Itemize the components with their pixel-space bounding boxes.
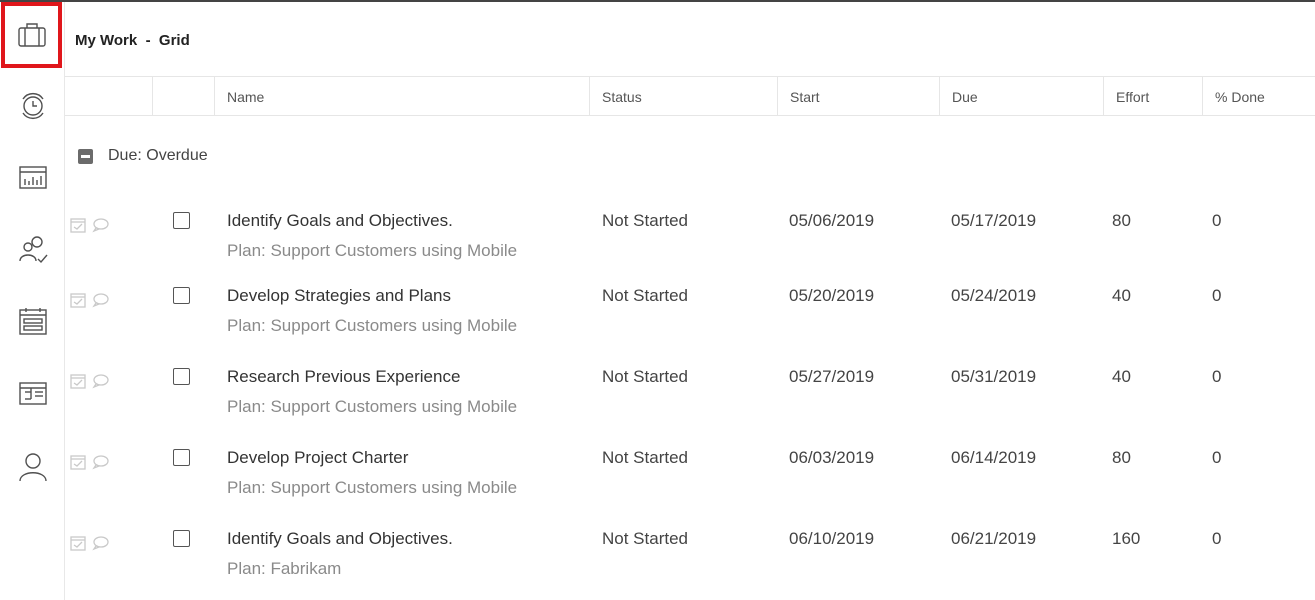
- table-row[interactable]: Identify Goals and Objectives. Plan: Fab…: [65, 516, 1315, 586]
- task-effort: 40: [1112, 286, 1131, 305]
- chart-icon: [18, 166, 47, 189]
- task-status: Not Started: [602, 448, 688, 467]
- nav-profile[interactable]: [0, 434, 65, 500]
- task-plan: Plan: Support Customers using Mobile: [227, 241, 518, 260]
- nav-my-time[interactable]: [0, 72, 65, 138]
- task-status: Not Started: [602, 367, 688, 386]
- task-start: 05/20/2019: [789, 286, 875, 305]
- column-header-effort[interactable]: Effort: [1103, 77, 1203, 116]
- task-name[interactable]: Research Previous Experience: [227, 367, 460, 387]
- calendar-check-icon: [70, 293, 86, 308]
- column-header-checkbox: [152, 77, 214, 116]
- nav-resources[interactable]: [0, 216, 65, 282]
- table-row[interactable]: Identify Goals and Objectives. Plan: Sup…: [65, 198, 1315, 268]
- task-name[interactable]: Develop Project Charter: [227, 448, 408, 468]
- table-row[interactable]: Research Previous Experience Plan: Suppo…: [65, 354, 1315, 424]
- calendar-check-icon: [70, 455, 86, 470]
- row-indicator-icons: [69, 372, 109, 390]
- task-due: 05/31/2019: [951, 367, 1037, 386]
- task-due: 06/21/2019: [951, 529, 1037, 548]
- row-indicator-icons: [69, 291, 109, 309]
- task-start: 06/03/2019: [789, 448, 875, 467]
- task-plan: Plan: Support Customers using Mobile: [227, 478, 518, 497]
- calendar-check-icon: [70, 536, 86, 551]
- task-name[interactable]: Develop Strategies and Plans: [227, 286, 451, 306]
- group-label: Due: Overdue: [108, 147, 208, 164]
- nav-my-work[interactable]: [1, 2, 62, 68]
- roadmap-icon: [18, 382, 47, 405]
- task-percent-done: 0: [1212, 367, 1222, 386]
- briefcase-icon: [17, 23, 46, 47]
- comment-icon: [92, 536, 109, 551]
- task-checkbox[interactable]: [173, 212, 190, 229]
- task-start: 05/06/2019: [789, 211, 875, 230]
- nav-roadmap[interactable]: [0, 360, 65, 426]
- table-row[interactable]: Develop Project Charter Plan: Support Cu…: [65, 435, 1315, 505]
- column-header-due[interactable]: Due: [939, 77, 1104, 116]
- page-header: My Work - Grid: [65, 2, 1315, 77]
- task-start: 06/10/2019: [789, 529, 875, 548]
- row-indicator-icons: [69, 534, 109, 552]
- task-plan: Plan: Support Customers using Mobile: [227, 397, 518, 416]
- task-percent-done: 0: [1212, 286, 1222, 305]
- task-plan: Plan: Support Customers using Mobile: [227, 316, 518, 335]
- task-due: 05/24/2019: [951, 286, 1037, 305]
- task-plan: Plan: Fabrikam: [227, 559, 342, 578]
- task-effort: 160: [1112, 529, 1141, 548]
- calendar-icon: [18, 308, 47, 335]
- comment-icon: [92, 218, 109, 233]
- row-indicator-icons: [69, 453, 109, 471]
- clock-icon: [21, 93, 44, 119]
- task-status: Not Started: [602, 529, 688, 548]
- task-percent-done: 0: [1212, 211, 1222, 230]
- row-indicator-icons: [69, 216, 109, 234]
- column-header-status[interactable]: Status: [589, 77, 777, 116]
- task-status: Not Started: [602, 286, 688, 305]
- calendar-check-icon: [70, 218, 86, 233]
- task-effort: 80: [1112, 448, 1131, 467]
- comment-icon: [92, 455, 109, 470]
- calendar-check-icon: [70, 374, 86, 389]
- people-check-icon: [18, 236, 48, 264]
- grid-column-header: Name Status Start Due Effort % Done: [65, 77, 1315, 116]
- task-checkbox[interactable]: [173, 530, 190, 547]
- nav-calendar[interactable]: [0, 288, 65, 354]
- nav-reports[interactable]: [0, 144, 65, 210]
- person-icon: [18, 453, 47, 482]
- column-header-icons: [65, 77, 153, 116]
- column-header-percent-done[interactable]: % Done: [1202, 77, 1315, 116]
- task-name[interactable]: Identify Goals and Objectives.: [227, 529, 453, 549]
- task-due: 05/17/2019: [951, 211, 1037, 230]
- task-name[interactable]: Identify Goals and Objectives.: [227, 211, 453, 231]
- task-percent-done: 0: [1212, 529, 1222, 548]
- task-percent-done: 0: [1212, 448, 1222, 467]
- task-checkbox[interactable]: [173, 449, 190, 466]
- task-effort: 80: [1112, 211, 1131, 230]
- comment-icon: [92, 293, 109, 308]
- task-effort: 40: [1112, 367, 1131, 386]
- task-start: 05/27/2019: [789, 367, 875, 386]
- column-header-name[interactable]: Name: [214, 77, 590, 116]
- task-checkbox[interactable]: [173, 287, 190, 304]
- task-due: 06/14/2019: [951, 448, 1037, 467]
- column-header-start[interactable]: Start: [777, 77, 940, 116]
- table-row[interactable]: Develop Strategies and Plans Plan: Suppo…: [65, 273, 1315, 343]
- task-checkbox[interactable]: [173, 368, 190, 385]
- comment-icon: [92, 374, 109, 389]
- page-title: My Work - Grid: [75, 32, 190, 49]
- left-nav-sidebar: [0, 2, 65, 600]
- collapse-group-icon[interactable]: [78, 149, 93, 164]
- task-status: Not Started: [602, 211, 688, 230]
